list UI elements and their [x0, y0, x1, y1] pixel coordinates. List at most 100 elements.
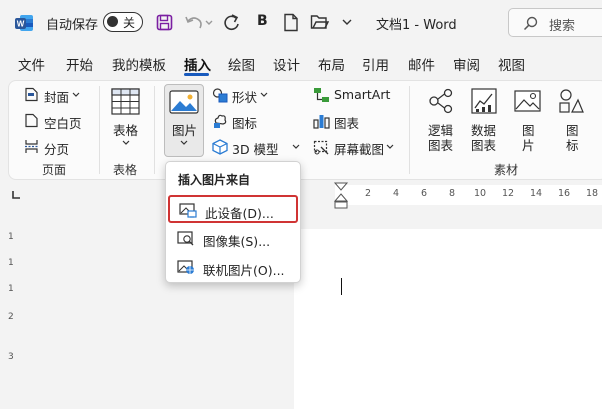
chart-icon — [313, 115, 330, 129]
tab-review[interactable]: 审阅 — [453, 54, 480, 74]
pages-group-label: 页面 — [42, 163, 67, 177]
ruler-number: 10 — [474, 188, 487, 199]
tab-mailings[interactable]: 邮件 — [408, 54, 435, 74]
redo-icon[interactable] — [222, 13, 241, 32]
chevron-down-icon — [72, 92, 80, 97]
menu-item-image-collection[interactable]: 图像集(S)... — [168, 225, 298, 253]
vertical-ruler-number: 2 — [8, 312, 14, 322]
search-box[interactable]: 搜索 — [508, 8, 602, 37]
shapes-icon — [212, 88, 228, 103]
icons-icon — [214, 114, 227, 128]
table-button[interactable]: 表格 — [113, 120, 138, 139]
autosave-state: 关 — [123, 16, 136, 30]
document-title: 文档1 - Word — [376, 18, 457, 33]
search-placeholder: 搜索 — [549, 19, 576, 34]
ruler-number: 8 — [449, 188, 456, 199]
vertical-ruler-number: 3 — [8, 352, 14, 362]
tab-layout[interactable]: 布局 — [318, 54, 345, 74]
ruler-number: 14 — [530, 188, 543, 199]
blank-page-icon — [25, 113, 38, 128]
material-picture-icon[interactable] — [514, 90, 541, 112]
tab-selector-icon[interactable] — [11, 190, 21, 200]
ruler-number: 12 — [502, 188, 515, 199]
customize-toolbar-icon[interactable] — [342, 18, 352, 26]
material-icon-icon[interactable] — [558, 88, 584, 114]
ribbon-separator — [409, 86, 410, 174]
ruler-number: 6 — [421, 188, 428, 199]
icons-button[interactable]: 图标 — [232, 113, 257, 132]
3d-model-button[interactable]: 3D 模型 — [232, 139, 279, 158]
active-tab-indicator — [184, 73, 209, 76]
vertical-ruler-number: 1 — [8, 232, 14, 242]
shapes-button[interactable]: 形状 — [232, 87, 257, 106]
logic-chart-label-2: 图表 — [428, 138, 454, 153]
blank-page-button[interactable]: 空白页 — [44, 113, 82, 132]
table-icon[interactable] — [111, 88, 140, 115]
online-pictures-icon — [177, 260, 194, 274]
chart-button[interactable]: 图表 — [334, 113, 359, 132]
tab-design[interactable]: 设计 — [273, 54, 300, 74]
this-device-icon — [179, 203, 197, 218]
ruler-number: 4 — [393, 188, 400, 199]
menu-title: 插入图片来自 — [178, 173, 251, 187]
search-icon — [523, 16, 538, 31]
text-cursor — [341, 278, 342, 295]
ruler-number: 18 — [586, 188, 599, 199]
chevron-down-icon — [260, 92, 268, 97]
tab-file[interactable]: 文件 — [18, 54, 45, 74]
chevron-down-icon — [386, 144, 394, 149]
material-picture-label-2: 片 — [522, 138, 535, 153]
cover-page-icon — [25, 87, 38, 102]
tab-home[interactable]: 开始 — [66, 54, 93, 74]
autosave-label: 自动保存 — [46, 18, 99, 33]
autosave-toggle[interactable]: 关 — [103, 12, 143, 32]
save-icon[interactable] — [156, 14, 173, 31]
picture-icon — [169, 90, 199, 114]
open-folder-icon[interactable] — [310, 14, 329, 30]
menu-item-label: 图像集(S)... — [203, 234, 271, 249]
ribbon-separator — [154, 86, 155, 174]
page-break-icon — [25, 140, 38, 153]
document-page[interactable] — [294, 229, 602, 409]
smartart-icon — [314, 88, 329, 102]
word-logo-icon: W — [15, 15, 33, 31]
menu-item-online-pictures[interactable]: 联机图片(O)... — [168, 254, 298, 282]
new-document-icon[interactable] — [283, 13, 299, 32]
vertical-ruler-number: 1 — [8, 284, 14, 294]
indent-marker-icon[interactable] — [333, 181, 349, 211]
material-group-label: 素材 — [494, 163, 519, 177]
tab-my-templates[interactable]: 我的模板 — [112, 54, 166, 74]
menu-item-label: 此设备(D)... — [205, 206, 274, 221]
image-collection-icon — [177, 231, 194, 246]
menu-item-label: 联机图片(O)... — [203, 263, 285, 278]
material-icon-label-2: 标 — [566, 138, 579, 153]
menu-item-this-device[interactable]: 此设备(D)... — [168, 195, 298, 223]
page-break-button[interactable]: 分页 — [44, 139, 69, 158]
ribbon-separator — [99, 86, 100, 174]
insert-picture-menu: 插入图片来自 此设备(D)... 图像集(S)... 联机图片(O)... — [165, 161, 301, 283]
tab-view[interactable]: 视图 — [498, 54, 525, 74]
ruler-number: 2 — [365, 188, 372, 199]
ruler-number: 16 — [558, 188, 571, 199]
logic-chart-icon[interactable] — [428, 88, 454, 114]
smartart-button[interactable]: SmartArt — [334, 87, 390, 102]
table-group-label: 表格 — [113, 163, 138, 177]
chevron-down-icon — [180, 140, 188, 145]
data-chart-label-2: 图表 — [471, 138, 497, 153]
toggle-knob — [107, 16, 118, 27]
bold-button[interactable]: B — [257, 13, 268, 29]
tab-insert[interactable]: 插入 — [184, 54, 211, 74]
data-chart-icon[interactable] — [471, 88, 497, 114]
svg-text:W: W — [17, 20, 25, 29]
vertical-ruler-number: 1 — [8, 258, 14, 268]
picture-button-label: 图片 — [172, 123, 198, 138]
tab-draw[interactable]: 绘图 — [228, 54, 255, 74]
undo-icon[interactable] — [184, 14, 214, 31]
3d-model-icon — [212, 139, 228, 155]
screenshot-button[interactable]: 屏幕截图 — [334, 139, 384, 158]
chevron-down-icon — [122, 140, 130, 145]
chevron-down-icon — [292, 144, 300, 149]
cover-page-button[interactable]: 封面 — [44, 87, 69, 106]
tab-references[interactable]: 引用 — [362, 54, 389, 74]
screenshot-icon — [313, 140, 329, 155]
